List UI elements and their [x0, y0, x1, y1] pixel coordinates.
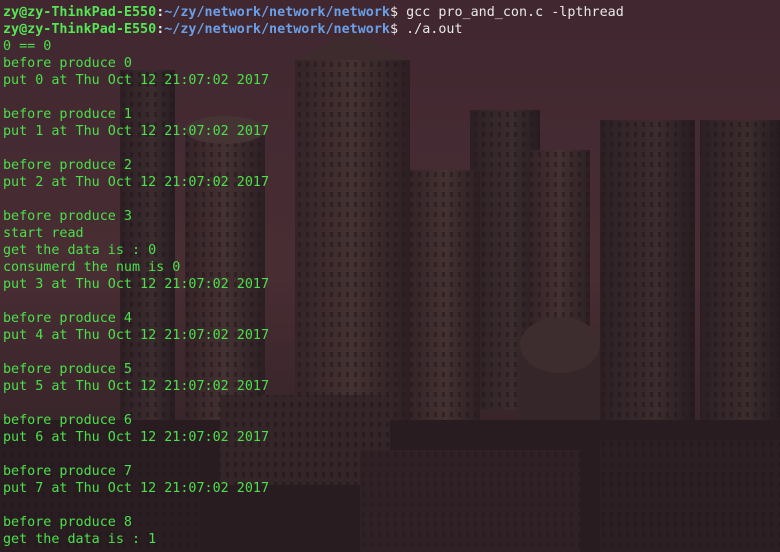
prompt-path: ~/zy/network/network/network	[164, 5, 390, 20]
prompt-user-host: zy@zy-ThinkPad-E550	[3, 22, 157, 37]
output-line: put 5 at Thu Oct 12 21:07:02 2017	[3, 379, 270, 394]
output-line: put 0 at Thu Oct 12 21:07:02 2017	[3, 73, 270, 88]
output-line: put 3 at Thu Oct 12 21:07:02 2017	[3, 277, 270, 292]
output-line: before produce 4	[3, 311, 132, 326]
prompt-path: ~/zy/network/network/network	[164, 22, 390, 37]
output-line: put 6 at Thu Oct 12 21:07:02 2017	[3, 430, 270, 445]
command-text: gcc pro_and_con.c -lpthread	[398, 5, 624, 20]
prompt-dollar: $	[389, 22, 399, 37]
output-line: put 4 at Thu Oct 12 21:07:02 2017	[3, 328, 270, 343]
terminal-window[interactable]: zy@zy-ThinkPad-E550:~/zy/network/network…	[0, 0, 780, 552]
output-line: 0 == 0	[3, 39, 52, 54]
output-line: before produce 1	[3, 107, 132, 122]
command-text: ./a.out	[398, 22, 463, 37]
output-line: consumerd the num is 0	[3, 260, 181, 275]
output-line: before produce 5	[3, 362, 132, 377]
prompt-line: zy@zy-ThinkPad-E550:~/zy/network/network…	[3, 21, 780, 38]
output-line: before produce 7	[3, 464, 132, 479]
output-line: get the data is : 0	[3, 243, 157, 258]
prompt-line: zy@zy-ThinkPad-E550:~/zy/network/network…	[3, 4, 780, 21]
prompt-dollar: $	[389, 5, 399, 20]
output-line: before produce 6	[3, 413, 132, 428]
output-line: put 7 at Thu Oct 12 21:07:02 2017	[3, 481, 270, 496]
prompt-user-host: zy@zy-ThinkPad-E550	[3, 5, 157, 20]
output-line: put 2 at Thu Oct 12 21:07:02 2017	[3, 175, 270, 190]
output-line: before produce 0	[3, 56, 132, 71]
output-line: start read	[3, 226, 84, 241]
output-line: put 1 at Thu Oct 12 21:07:02 2017	[3, 124, 270, 139]
output-line: before produce 3	[3, 209, 132, 224]
output-line: get the data is : 1	[3, 532, 157, 547]
output-line: before produce 8	[3, 515, 132, 530]
output-line: before produce 2	[3, 158, 132, 173]
